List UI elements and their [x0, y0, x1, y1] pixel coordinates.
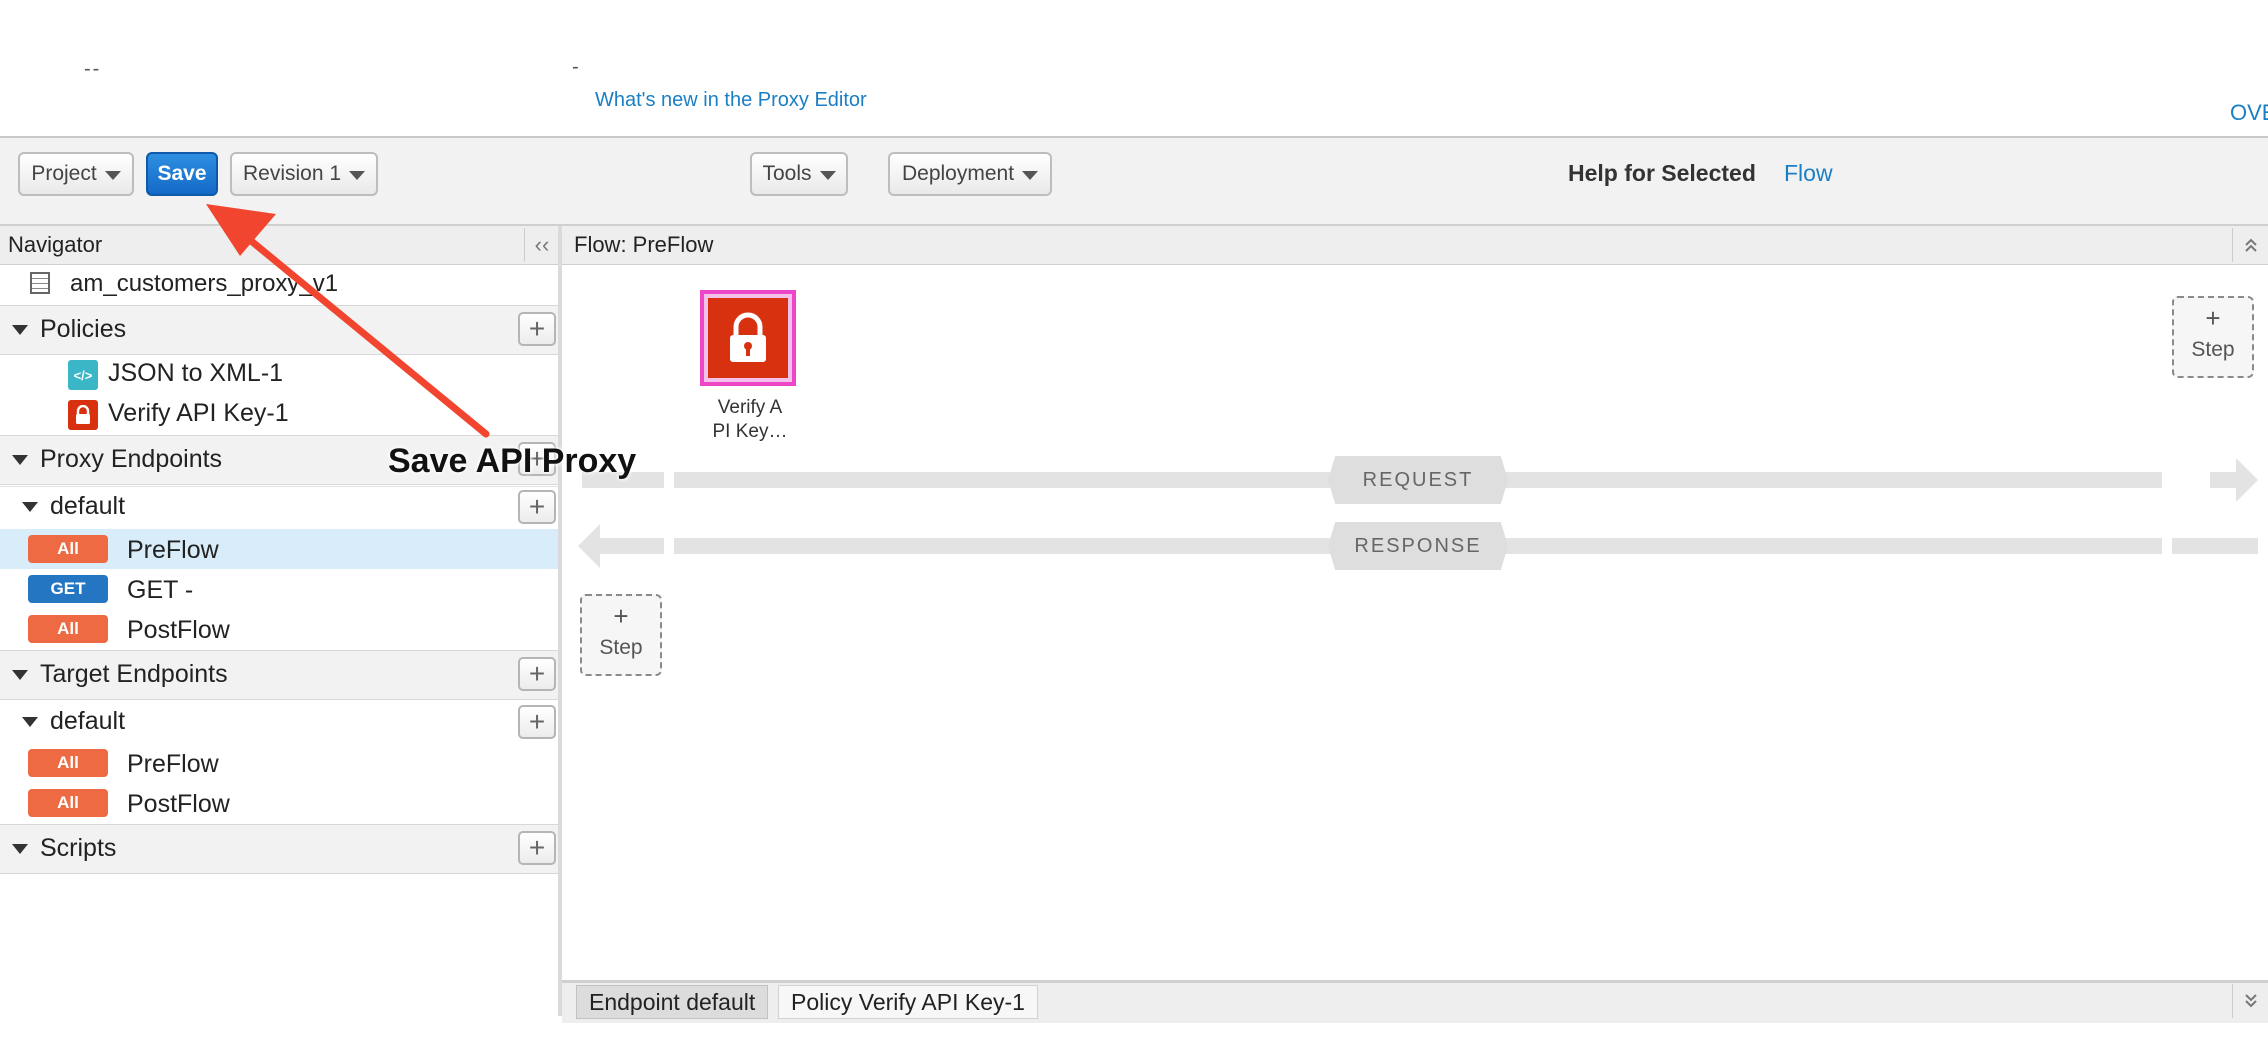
project-label: Project [31, 162, 97, 185]
flow-row-proxy-get[interactable]: GET GET - [0, 569, 558, 609]
flow-row-target-postflow[interactable]: All PostFlow [0, 783, 558, 823]
caption-line: Verify A [717, 397, 783, 418]
tools-label: Tools [762, 162, 812, 185]
triangle-down-icon[interactable] [12, 325, 28, 335]
tab-policy-verify-api-key[interactable]: Policy Verify API Key-1 [778, 985, 1038, 1019]
flow-row-proxy-preflow[interactable]: All PreFlow [0, 529, 558, 569]
method-badge: All [28, 789, 108, 817]
chevron-down-icon [349, 170, 366, 180]
collapse-down-icon[interactable] [2232, 984, 2268, 1018]
plus-icon: + [613, 601, 629, 631]
arrow-left-icon [578, 524, 626, 568]
collapse-up-icon[interactable] [2232, 228, 2268, 262]
response-label: RESPONSE [1328, 522, 1508, 570]
chevron-down-icon [1022, 170, 1039, 180]
divider [0, 486, 558, 487]
section-label-policies: Policies [40, 315, 127, 343]
step-label: Step [2191, 338, 2235, 361]
add-script-button[interactable]: + [518, 831, 556, 865]
chevron-down-icon [104, 170, 121, 180]
add-target-flow-button[interactable]: + [518, 705, 556, 739]
deployment-menu-button[interactable]: Deployment [888, 152, 1052, 196]
help-flow-link[interactable]: Flow [1784, 160, 1833, 187]
add-proxy-flow-button[interactable]: + [518, 490, 556, 524]
triangle-down-icon[interactable] [12, 670, 28, 680]
section-label-scripts: Scripts [40, 834, 117, 862]
triangle-down-icon[interactable] [22, 717, 38, 727]
flow-label: PostFlow [127, 790, 230, 818]
triangle-down-icon[interactable] [12, 844, 28, 854]
deployment-label: Deployment [901, 162, 1015, 185]
policy-json-to-xml[interactable]: JSON to XML-1 [108, 359, 283, 388]
add-policy-button[interactable]: + [518, 312, 556, 346]
flow-label: PostFlow [127, 616, 230, 644]
request-label: REQUEST [1328, 456, 1508, 504]
proxy-file-icon [30, 272, 50, 294]
lock-icon [68, 400, 98, 430]
header-fragment: -- [84, 58, 102, 80]
add-request-step-button[interactable]: + Step [2172, 296, 2254, 378]
navigator-title: Navigator [8, 232, 103, 257]
top-strip [0, 0, 2268, 138]
tools-menu-button[interactable]: Tools [750, 152, 848, 196]
overview-link[interactable]: OVERVIEW [2230, 100, 2268, 126]
caption-line: PI Key… [712, 421, 788, 442]
help-label: Help for Selected [1568, 160, 1756, 186]
revision-menu-button[interactable]: Revision 1 [230, 152, 378, 196]
policy-step-caption: Verify A PI Key… [690, 396, 810, 444]
project-menu-button[interactable]: Project [18, 152, 134, 196]
method-badge: All [28, 535, 108, 563]
add-response-step-button[interactable]: + Step [580, 594, 662, 676]
method-badge: All [28, 749, 108, 777]
tab-endpoint-default[interactable]: Endpoint default [576, 985, 769, 1019]
chevron-down-icon [819, 170, 836, 180]
flow-label: GET - [127, 576, 194, 604]
policy-verify-api-key[interactable]: Verify API Key-1 [108, 399, 289, 428]
revision-label: Revision 1 [242, 162, 342, 185]
annotation-label: Save API Proxy [388, 442, 637, 480]
triangle-down-icon[interactable] [22, 502, 38, 512]
flow-title: Flow: PreFlow [574, 232, 714, 257]
section-label-proxy-endpoints: Proxy Endpoints [40, 445, 223, 473]
flow-label: PreFlow [127, 750, 219, 778]
collapse-left-icon[interactable]: ‹‹ [524, 228, 559, 262]
plus-icon: + [2205, 303, 2221, 333]
proxy-endpoint-default[interactable]: default [50, 492, 125, 521]
flow-row-target-preflow[interactable]: All PreFlow [0, 743, 558, 783]
json-to-xml-icon: </> [68, 360, 98, 390]
flow-header [562, 226, 2268, 265]
proxy-name[interactable]: am_customers_proxy_v1 [70, 270, 338, 298]
target-endpoint-default[interactable]: default [50, 707, 125, 736]
response-lane-segment [626, 538, 664, 554]
whats-new-link[interactable]: What's new in the Proxy Editor [595, 89, 867, 112]
flow-row-proxy-postflow[interactable]: All PostFlow [0, 609, 558, 649]
response-lane-segment [2172, 538, 2258, 554]
flow-canvas [562, 265, 2268, 977]
step-label: Step [599, 636, 643, 659]
triangle-down-icon[interactable] [12, 455, 28, 465]
section-label-target-endpoints: Target Endpoints [40, 660, 228, 688]
add-target-endpoint-button[interactable]: + [518, 657, 556, 691]
flow-label: PreFlow [127, 536, 219, 564]
save-button[interactable]: Save [146, 152, 218, 196]
lock-icon [708, 298, 788, 378]
header-fragment: - [572, 56, 579, 78]
arrow-right-icon [2210, 458, 2258, 502]
policy-step-verify-api-key[interactable] [700, 290, 796, 386]
method-badge: GET [28, 575, 108, 603]
method-badge: All [28, 615, 108, 643]
